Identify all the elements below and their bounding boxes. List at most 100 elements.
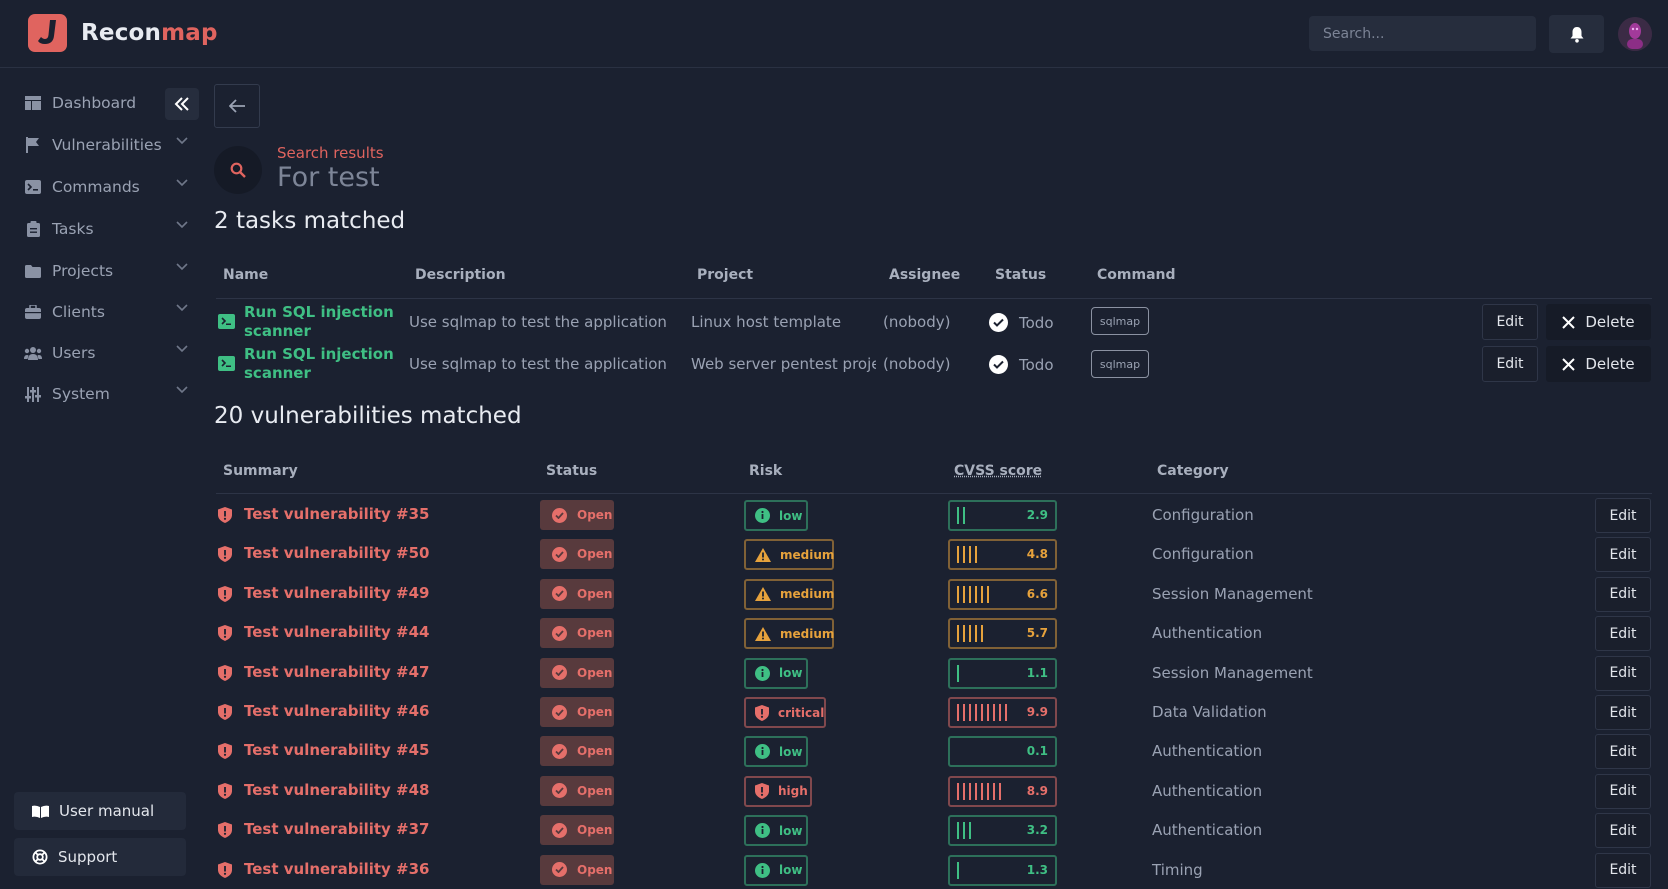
task-name-link[interactable]: Run SQL injection scanner	[244, 345, 394, 383]
sidebar-item-commands[interactable]: Commands	[24, 172, 188, 202]
risk-badge: low	[744, 500, 808, 531]
task-project[interactable]: Web server pentest project	[691, 355, 876, 373]
vulnerability-link[interactable]: Test vulnerability #35	[244, 505, 429, 523]
notifications-button[interactable]	[1549, 15, 1604, 53]
vulnerability-link[interactable]: Test vulnerability #48	[244, 781, 429, 799]
brand[interactable]: Reconmap	[28, 14, 218, 52]
sidebar-item-users[interactable]: Users	[24, 338, 188, 368]
vulnerability-link[interactable]: Test vulnerability #36	[244, 860, 429, 878]
search-results-badge	[214, 146, 262, 194]
collapse-sidebar-button[interactable]	[165, 88, 199, 120]
cvss-bars	[957, 664, 963, 682]
column-header: Risk	[749, 463, 783, 479]
cvss-value: 2.9	[1026, 508, 1048, 522]
edit-vulnerability-button[interactable]: Edit	[1595, 576, 1651, 612]
vulnerability-category: Data Validation	[1152, 703, 1267, 721]
delete-task-button[interactable]: Delete	[1546, 346, 1651, 382]
avatar[interactable]	[1618, 17, 1652, 51]
command-tag[interactable]: sqlmap	[1091, 350, 1149, 378]
vulnerability-link[interactable]: Test vulnerability #50	[244, 544, 429, 562]
shield-alert-icon	[218, 546, 234, 563]
sidebar-item-vulnerabilities[interactable]: Vulnerabilities	[24, 130, 188, 160]
task-assignee: (nobody)	[883, 313, 951, 331]
vulnerability-link[interactable]: Test vulnerability #47	[244, 663, 429, 681]
search-input[interactable]	[1309, 16, 1536, 51]
user-manual-label: User manual	[59, 802, 155, 820]
top-bar: Reconmap	[0, 0, 1668, 68]
vulnerability-link[interactable]: Test vulnerability #46	[244, 702, 429, 720]
cvss-value: 1.3	[1026, 862, 1048, 877]
vulnerability-link[interactable]: Test vulnerability #45	[244, 741, 429, 759]
vulnerability-category: Session Management	[1152, 584, 1313, 603]
delete-task-button[interactable]: Delete	[1546, 304, 1651, 340]
cvss-bar	[963, 625, 965, 643]
risk-badge: medium	[744, 578, 834, 610]
column-header: Name	[223, 267, 269, 283]
edit-vulnerability-button[interactable]: Edit	[1595, 498, 1651, 533]
sidebar-item-dashboard[interactable]: Dashboard	[24, 88, 188, 118]
cvss-bar	[963, 704, 965, 721]
cvss-score-meter: 5.7	[948, 618, 1057, 650]
task-project[interactable]: Linux host template	[691, 313, 876, 331]
sidebar-item-clients[interactable]: Clients	[24, 297, 188, 327]
risk-badge: high	[744, 775, 812, 807]
vulnerability-link[interactable]: Test vulnerability #49	[244, 584, 429, 602]
cvss-bar	[969, 546, 971, 564]
edit-vulnerability-button[interactable]: Edit	[1595, 616, 1651, 652]
sidebar-item-label: Tasks	[52, 220, 94, 238]
cvss-bar	[963, 546, 965, 564]
sidebar-item-projects[interactable]: Projects	[24, 256, 188, 286]
cvss-bar	[963, 507, 965, 524]
edit-task-button[interactable]: Edit	[1482, 304, 1538, 340]
risk-label: low	[779, 863, 803, 878]
vulnerability-category: Authentication	[1152, 624, 1263, 643]
sidebar-item-label: Clients	[52, 303, 105, 321]
edit-vulnerability-button[interactable]: Edit	[1595, 852, 1651, 888]
cvss-bar	[981, 625, 983, 643]
edit-vulnerability-button[interactable]: Edit	[1595, 773, 1651, 809]
risk-label: low	[779, 823, 803, 838]
sidebar-item-system[interactable]: System	[24, 379, 188, 409]
cvss-bars	[957, 507, 969, 524]
cvss-score-meter: 8.9	[948, 775, 1057, 807]
back-button[interactable]	[214, 84, 260, 128]
task-name-link[interactable]: Run SQL injection scanner	[244, 303, 394, 341]
risk-badge: medium	[744, 539, 834, 571]
shield-alert-icon	[218, 743, 234, 760]
risk-low-icon	[755, 508, 770, 523]
vulnerability-link[interactable]: Test vulnerability #44	[244, 623, 429, 641]
status-badge: Open	[540, 854, 614, 885]
task-description: Use sqlmap to test the application for S	[409, 355, 671, 373]
edit-vulnerability-button[interactable]: Edit	[1595, 655, 1651, 691]
reconmap-logo-icon	[28, 14, 67, 52]
command-tag[interactable]: sqlmap	[1091, 307, 1149, 335]
edit-vulnerability-button[interactable]: Edit	[1595, 537, 1651, 573]
chevron-down-icon	[176, 263, 188, 271]
risk-label: low	[779, 666, 803, 681]
edit-vulnerability-button[interactable]: Edit	[1595, 695, 1651, 730]
brand-name: Reconmap	[81, 20, 218, 46]
risk-label: high	[778, 784, 808, 799]
cvss-bar	[975, 704, 977, 721]
sidebar-item-label: Dashboard	[52, 94, 137, 112]
user-manual-button[interactable]: User manual	[14, 792, 186, 830]
cvss-bar	[999, 704, 1001, 721]
delete-label: Delete	[1585, 355, 1635, 373]
delete-label: Delete	[1585, 313, 1635, 331]
cvss-bar	[957, 664, 959, 682]
risk-high-icon	[755, 783, 769, 800]
edit-task-button[interactable]: Edit	[1482, 346, 1538, 382]
vulnerability-link[interactable]: Test vulnerability #37	[244, 820, 429, 838]
shield-alert-icon	[218, 861, 234, 879]
risk-badge: medium	[744, 618, 834, 650]
vulnerabilities-section-title: 20 vulnerabilities matched	[214, 403, 522, 429]
cvss-value: 3.2	[1026, 823, 1048, 838]
support-button[interactable]: Support	[14, 838, 186, 876]
cvss-bars	[957, 546, 981, 564]
risk-badge: low	[744, 657, 808, 689]
cvss-bar	[981, 782, 983, 800]
sliders-icon	[24, 385, 42, 403]
edit-vulnerability-button[interactable]: Edit	[1595, 813, 1651, 849]
sidebar-item-tasks[interactable]: Tasks	[24, 214, 188, 244]
edit-vulnerability-button[interactable]: Edit	[1595, 734, 1651, 770]
